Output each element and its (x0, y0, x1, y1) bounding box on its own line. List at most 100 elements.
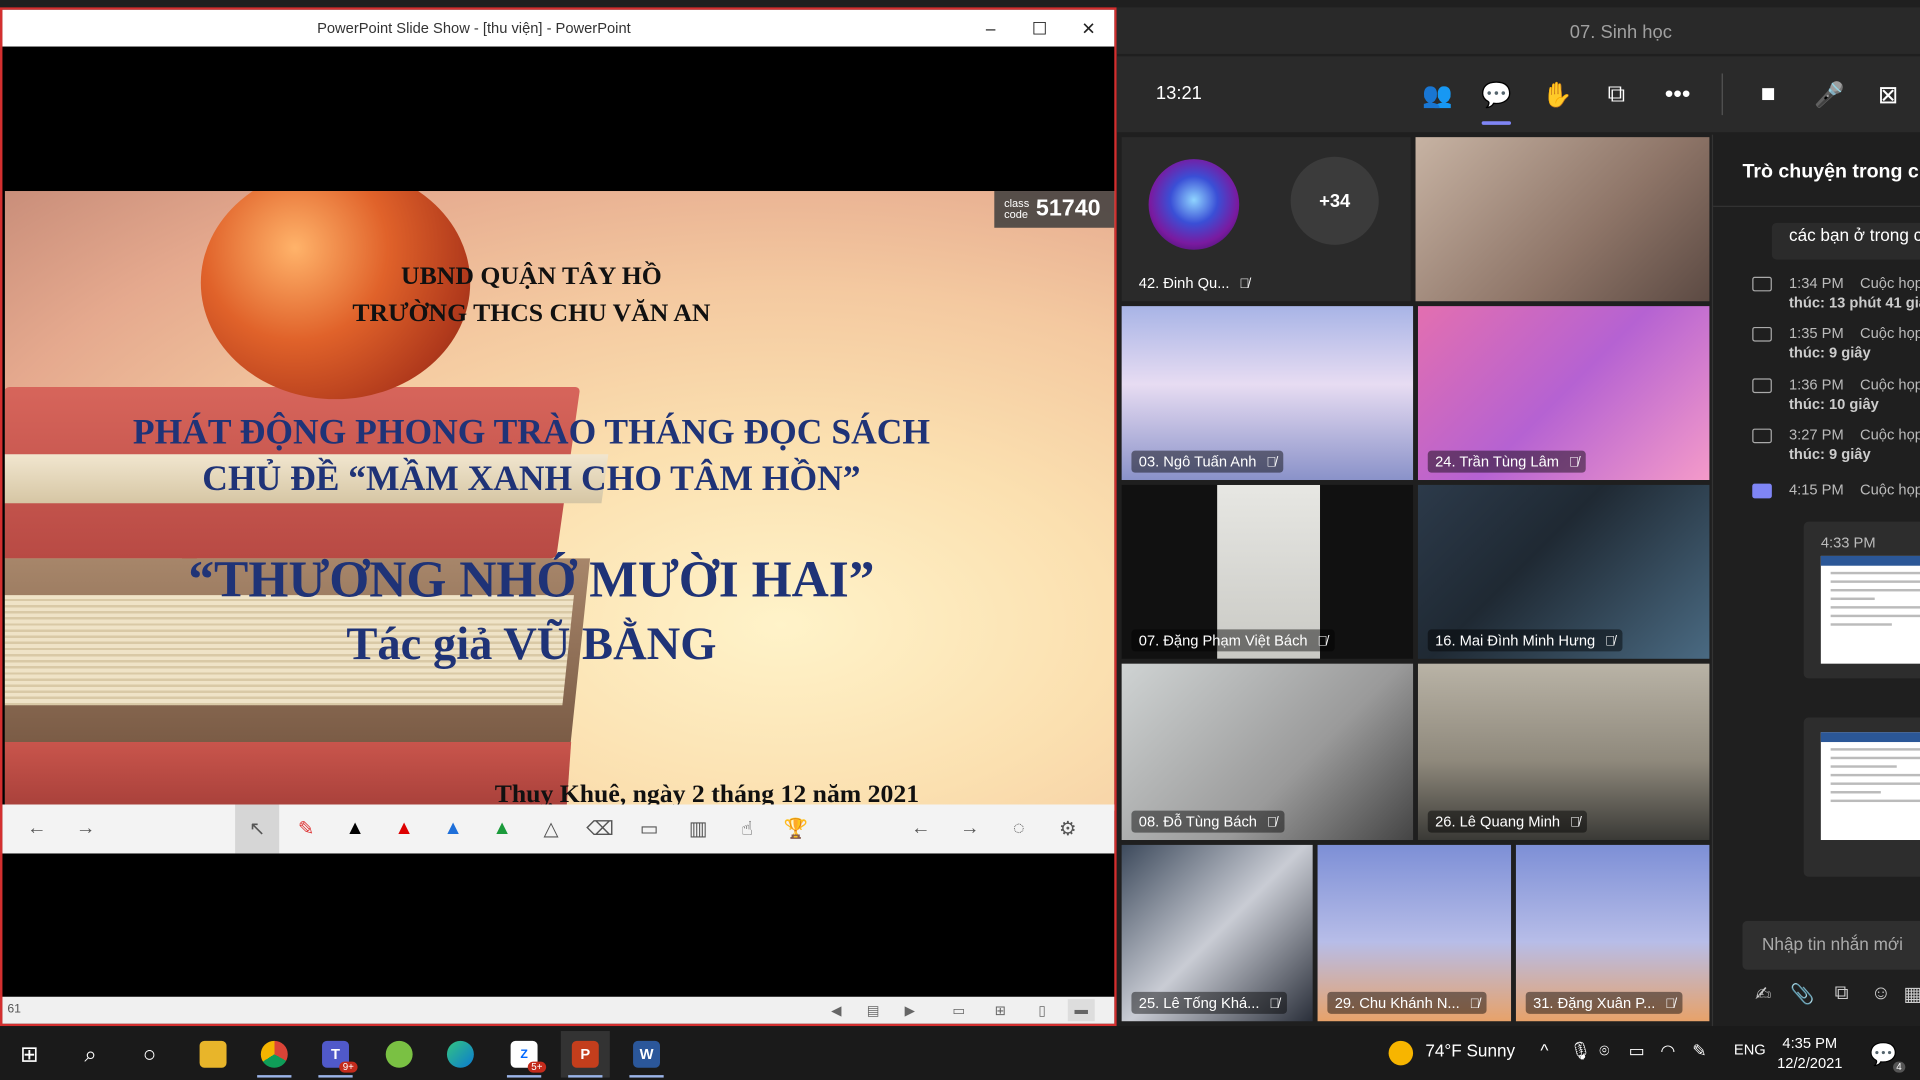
chat-message[interactable]: các bạn ở trong c (1771, 222, 1920, 260)
shared-screenshot[interactable]: 4:33 PM (1803, 521, 1920, 679)
teams-button[interactable]: T 9+ (311, 1031, 360, 1078)
next-button[interactable]: → (948, 804, 992, 853)
powerpoint-button[interactable]: P (560, 1031, 610, 1078)
battery-icon[interactable]: ▭ (1629, 1041, 1645, 1062)
windows-taskbar: ⊞ ⌕ ○ T 9+ Z 5+ P W 74°F Sunny ^ 🎙 ⌾ ▭ ◠ ✎… (0, 1026, 1920, 1080)
participant-tile[interactable]: 31. Đặng Xuân P... 🎙̸ (1515, 844, 1710, 1022)
notifications-button[interactable]: 💬 4 (1859, 1031, 1908, 1078)
mic-off-icon: 🎙̸ (1568, 455, 1579, 471)
participant-tile[interactable]: 29. Chu Khánh N... 🎙̸ (1317, 844, 1512, 1022)
zalo-badge: 5+ (527, 1061, 547, 1073)
camera-button[interactable]: ■ (1749, 76, 1788, 113)
reactions-button[interactable]: ✋ (1538, 76, 1577, 113)
system-clock[interactable]: 4:35 PM 12/2/2021 (1771, 1033, 1849, 1072)
status-menu-button[interactable]: ▤ (860, 999, 887, 1021)
participant-tile[interactable]: 24. Trần Tùng Lâm 🎙̸ (1417, 306, 1710, 481)
zalo-button[interactable]: Z 5+ (500, 1031, 549, 1078)
slide-line-author: Tác giả VŨ BẰNG (346, 618, 717, 670)
chrome-button[interactable] (250, 1031, 299, 1078)
status-next-button[interactable]: ▶ (896, 999, 923, 1021)
microphone-button[interactable]: 🎤 (1810, 76, 1849, 113)
reading-view-button[interactable]: ▯ (1029, 999, 1056, 1021)
loop-button[interactable]: ⧉ (1826, 980, 1858, 1009)
mic-off-icon: 🎙̸ (1266, 815, 1277, 831)
highlighter-tool[interactable]: △ (529, 804, 573, 853)
file-explorer-button[interactable] (189, 1031, 238, 1078)
participant-tile[interactable]: 25. Lê Tống Khá... 🎙̸ (1121, 844, 1313, 1022)
attach-button[interactable]: 📎 (1787, 980, 1819, 1009)
search-button[interactable]: ⌕ (66, 1031, 115, 1078)
eraser-tool[interactable]: ⌫ (578, 804, 622, 853)
mic-off-icon: 🎙̸ (1569, 815, 1581, 831)
participant-tile[interactable]: 16. Mai Đình Minh Hưng 🎙̸ (1417, 484, 1710, 659)
microphone-icon[interactable]: 🎙 (1570, 1041, 1592, 1062)
minimize-button[interactable]: ‒ (972, 15, 1009, 42)
pen-green-tool[interactable]: ▲ (480, 804, 524, 853)
slide-sorter-button[interactable]: ⊞ (987, 999, 1014, 1021)
more-participants[interactable]: +34 (1290, 156, 1379, 245)
gif-button[interactable]: ▦ (1897, 980, 1920, 1009)
normal-view-button[interactable]: ▭ (945, 999, 972, 1021)
trophy-icon: 🏆 (783, 819, 809, 841)
close-button[interactable]: ✕ (1070, 15, 1107, 42)
award-tool[interactable]: 🏆 (774, 804, 818, 853)
share-tray-button[interactable]: ⊠ (1869, 76, 1908, 113)
pen-blue-tool[interactable]: ▲ (431, 804, 475, 853)
participant-tile[interactable]: 26. Lê Quang Minh 🎙̸ (1417, 663, 1710, 841)
quiz-tool[interactable]: ☝ (725, 804, 769, 853)
meeting-control-bar: 13:21 👥 💬 ✋ ⧉ ••• ■ 🎤 ⊠ (1116, 56, 1920, 133)
weather-widget[interactable]: 74°F Sunny (1425, 1041, 1515, 1061)
book-decoration (4, 742, 572, 811)
hide-button[interactable]: ◌ (997, 804, 1041, 853)
previous-slide-button[interactable]: ← (15, 804, 59, 853)
participants-button[interactable]: 👥 (1418, 76, 1457, 113)
whiteboard-tool[interactable]: ▭ (627, 804, 671, 853)
participant-tile[interactable]: 07. Đặng Phạm Việt Bách 🎙̸ (1121, 484, 1414, 659)
maximize-button[interactable]: ☐ (1021, 15, 1058, 42)
arrow-left-icon: ← (911, 817, 931, 839)
emoji-button[interactable]: ☺ (1865, 980, 1897, 1009)
start-button[interactable]: ⊞ (5, 1031, 54, 1078)
chevron-up-icon[interactable]: ^ (1540, 1041, 1548, 1061)
previous-button[interactable]: ← (899, 804, 943, 853)
teams-badge: 9+ (339, 1061, 358, 1073)
next-slide-button[interactable]: → (64, 804, 108, 853)
cortana-button[interactable]: ○ (125, 1031, 174, 1078)
wifi-icon[interactable]: ◠ (1660, 1041, 1675, 1062)
folder-icon (199, 1040, 227, 1068)
slideshow-view-button[interactable]: ▬ (1067, 999, 1095, 1022)
settings-button[interactable]: ⚙ (1046, 804, 1090, 853)
whiteboard-icon: ▭ (639, 819, 659, 841)
meeting-chat-panel: Trò chuyện trong c các bạn ở trong c 1:3… (1711, 134, 1920, 1027)
chat-button[interactable]: 💬 (1477, 76, 1516, 125)
gif-icon: ▦ (1903, 982, 1920, 1006)
participant-tile[interactable]: 03. Ngô Tuấn Anh 🎙̸ (1121, 306, 1414, 481)
pointer-tool[interactable]: ↖ (235, 804, 280, 854)
pen-icon[interactable]: ✎ (1692, 1041, 1706, 1062)
eraser-icon: ⌫ (586, 819, 614, 841)
format-button[interactable]: ✍ (1747, 980, 1779, 1009)
edge-button[interactable] (436, 1031, 485, 1078)
app-icon (385, 1040, 413, 1068)
camera-icon[interactable]: ⌾ (1599, 1041, 1609, 1062)
more-actions-button[interactable]: ••• (1658, 76, 1697, 113)
shared-screenshot[interactable] (1803, 717, 1920, 877)
participant-tile[interactable]: +34 42. Đinh Qu... 🎙̸ (1121, 137, 1411, 302)
laser-pointer-icon: ✎ (297, 819, 315, 841)
teams-meeting-window: 07. Sinh học 13:21 👥 💬 ✋ ⧉ ••• ■ 🎤 ⊠ +34… (1116, 0, 1920, 1027)
participant-tile[interactable]: 08. Đỗ Tùng Bách 🎙̸ (1121, 663, 1414, 841)
word-button[interactable]: W (622, 1031, 671, 1078)
slide[interactable]: class code 51740 UBND QUẬN TÂY HỒ TRƯỜNG … (4, 191, 1115, 811)
pen-red-tool[interactable]: ▲ (382, 804, 426, 853)
participant-tile-teacher[interactable] (1415, 137, 1710, 302)
participant-name: 03. Ngô Tuấn Anh 🎙̸ (1131, 450, 1284, 473)
compose-message-input[interactable]: Nhập tin nhắn mới (1742, 920, 1920, 970)
language-indicator[interactable]: ENG (1734, 1041, 1766, 1058)
status-previous-button[interactable]: ◀ (823, 999, 850, 1021)
app-button[interactable] (375, 1031, 424, 1078)
breakout-rooms-button[interactable]: ⧉ (1597, 76, 1636, 113)
poll-tool[interactable]: ▥ (676, 804, 720, 853)
laser-pointer-tool[interactable]: ✎ (284, 804, 328, 853)
pen-black-tool[interactable]: ▲ (333, 804, 377, 853)
edge-icon (446, 1040, 474, 1068)
